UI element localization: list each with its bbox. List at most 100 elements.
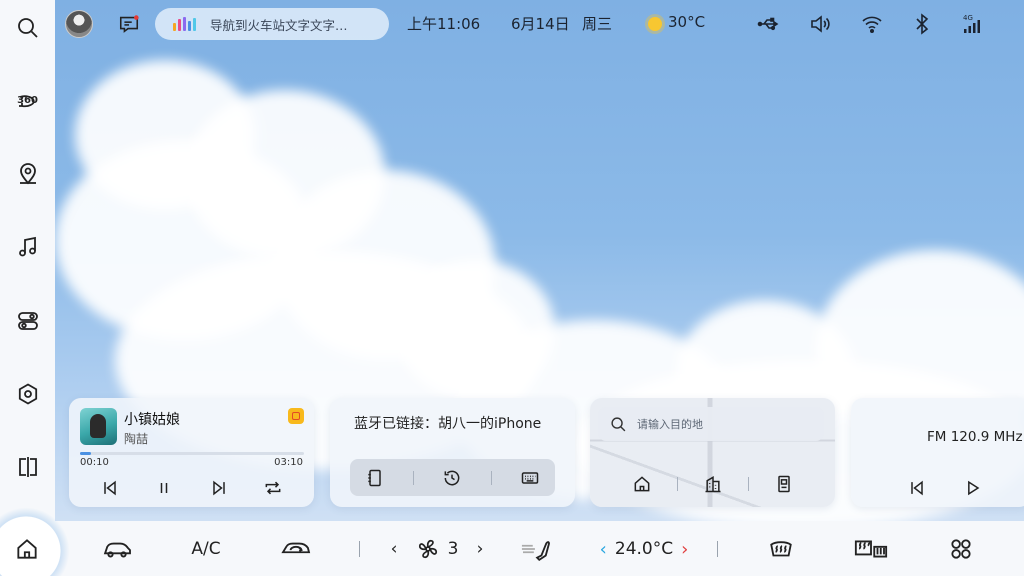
search-icon xyxy=(610,416,627,433)
home-button[interactable] xyxy=(13,535,41,563)
skip-previous-icon xyxy=(907,478,927,498)
previous-track-button[interactable] xyxy=(98,476,122,500)
fan-icon xyxy=(416,536,440,562)
navigation-button[interactable] xyxy=(8,155,48,194)
music-icon xyxy=(16,235,40,259)
office-building-icon xyxy=(703,474,723,494)
skip-previous-icon xyxy=(100,478,120,498)
radio-card[interactable]: FM 120.9 MHz xyxy=(851,398,1024,507)
nav-favorite-place-button[interactable] xyxy=(772,472,796,496)
bluetooth-card[interactable]: 蓝牙已链接：胡八一的iPhone xyxy=(330,398,575,507)
set-temperature: 24.0°C xyxy=(615,539,673,559)
next-track-button[interactable] xyxy=(207,476,231,500)
temperature-control: ‹ 24.0°C › xyxy=(592,535,696,563)
contacts-button[interactable] xyxy=(363,466,387,490)
song-artist: 陶喆 xyxy=(124,430,148,447)
apps-grid-icon xyxy=(948,536,974,562)
360-view-button[interactable]: 360 xyxy=(8,81,48,120)
settings-button[interactable] xyxy=(8,374,48,413)
home-icon xyxy=(632,474,652,494)
pause-button[interactable] xyxy=(152,476,176,500)
ac-label: A/C xyxy=(191,539,220,559)
air-circulation-button[interactable] xyxy=(276,535,316,563)
car-side-icon xyxy=(101,536,133,562)
skip-next-icon xyxy=(209,478,229,498)
fan-level-value: 3 xyxy=(448,539,459,559)
car-circulation-icon xyxy=(278,536,314,562)
navigation-card[interactable]: 请输入目的地 xyxy=(590,398,835,507)
navigation-text: 导航到火车站文字文字… xyxy=(210,15,348,34)
equalizer-icon xyxy=(173,17,196,31)
outside-temperature: 30°C xyxy=(668,13,705,31)
usb-icon xyxy=(756,12,780,36)
phone-booth-icon xyxy=(774,474,794,494)
repeat-button[interactable] xyxy=(261,476,285,500)
destination-placeholder: 请输入目的地 xyxy=(637,416,703,432)
360-view-icon xyxy=(16,89,40,113)
repeat-icon xyxy=(263,478,283,498)
temperature-increase-button[interactable]: › xyxy=(681,539,688,560)
fan-increase-button[interactable]: › xyxy=(470,535,490,563)
gear-icon xyxy=(16,382,40,406)
ac-button[interactable]: A/C xyxy=(186,535,226,563)
temperature-decrease-button[interactable]: ‹ xyxy=(600,539,607,560)
seat-airflow-icon xyxy=(517,536,555,562)
avatar[interactable] xyxy=(65,10,93,38)
search-button[interactable] xyxy=(8,8,48,47)
pause-icon xyxy=(154,478,174,498)
map-pin-icon xyxy=(16,162,40,186)
destination-search[interactable]: 请输入目的地 xyxy=(598,407,824,441)
playback-progress[interactable] xyxy=(80,452,304,455)
wifi-icon xyxy=(860,12,884,36)
rear-defrost-button[interactable] xyxy=(848,535,894,563)
split-screen-icon xyxy=(16,455,40,479)
vehicle-status-button[interactable] xyxy=(100,535,134,563)
radio-play-button[interactable] xyxy=(961,476,985,500)
music-button[interactable] xyxy=(8,228,48,267)
fan-decrease-button[interactable]: ‹ xyxy=(384,535,404,563)
bottom-climate-bar: A/C ‹ 3 › ‹ 24.0°C › xyxy=(0,521,1024,576)
bluetooth-status: 蓝牙已链接：胡八一的iPhone xyxy=(354,413,541,433)
cellular-signal-icon: 4G xyxy=(961,12,985,36)
home-icon xyxy=(14,536,40,562)
message-icon[interactable] xyxy=(118,13,140,35)
volume-icon[interactable] xyxy=(808,12,832,36)
weekday: 周三 xyxy=(582,13,612,34)
dialpad-button[interactable] xyxy=(518,466,542,490)
front-defrost-icon xyxy=(768,536,794,562)
fan-decrease-arrow: ‹ xyxy=(391,539,398,559)
rear-defrost-icon xyxy=(849,536,893,562)
clock: 上午11:06 xyxy=(407,13,480,34)
left-sidebar: 360 xyxy=(0,0,55,521)
history-icon xyxy=(442,468,462,488)
vehicle-controls-button[interactable] xyxy=(8,301,48,340)
playback-progress-fill xyxy=(80,452,91,455)
airflow-direction-button[interactable] xyxy=(516,535,556,563)
music-card[interactable]: 小镇姑娘 陶喆 00:10 03:10 xyxy=(69,398,314,507)
total-time: 03:10 xyxy=(274,457,303,468)
bluetooth-icon xyxy=(910,12,934,36)
fan-increase-arrow: › xyxy=(477,539,484,559)
toggle-settings-icon xyxy=(16,309,40,333)
status-bar: 导航到火车站文字文字… 上午11:06 6月14日 周三 30°C 4G xyxy=(55,0,1024,48)
navigation-ticker[interactable]: 导航到火车站文字文字… xyxy=(155,8,389,40)
signal-type-label: 4G xyxy=(963,14,973,22)
sun-icon xyxy=(648,17,662,31)
split-screen-button[interactable] xyxy=(8,448,48,487)
apps-menu-button[interactable] xyxy=(948,535,974,563)
contacts-book-icon xyxy=(365,468,385,488)
fan-level: 3 xyxy=(444,535,462,563)
keyboard-icon xyxy=(520,468,540,488)
song-title: 小镇姑娘 xyxy=(124,409,180,429)
search-icon xyxy=(16,16,40,40)
radio-previous-button[interactable] xyxy=(905,476,929,500)
call-history-button[interactable] xyxy=(440,466,464,490)
phone-actions-bar xyxy=(350,459,555,496)
nav-company-button[interactable] xyxy=(701,472,725,496)
nav-home-button[interactable] xyxy=(630,472,654,496)
radio-frequency: FM 120.9 MHz xyxy=(927,429,1023,445)
music-app-icon xyxy=(288,408,304,424)
album-cover xyxy=(80,408,117,445)
date: 6月14日 xyxy=(511,13,570,34)
front-defrost-button[interactable] xyxy=(766,535,796,563)
